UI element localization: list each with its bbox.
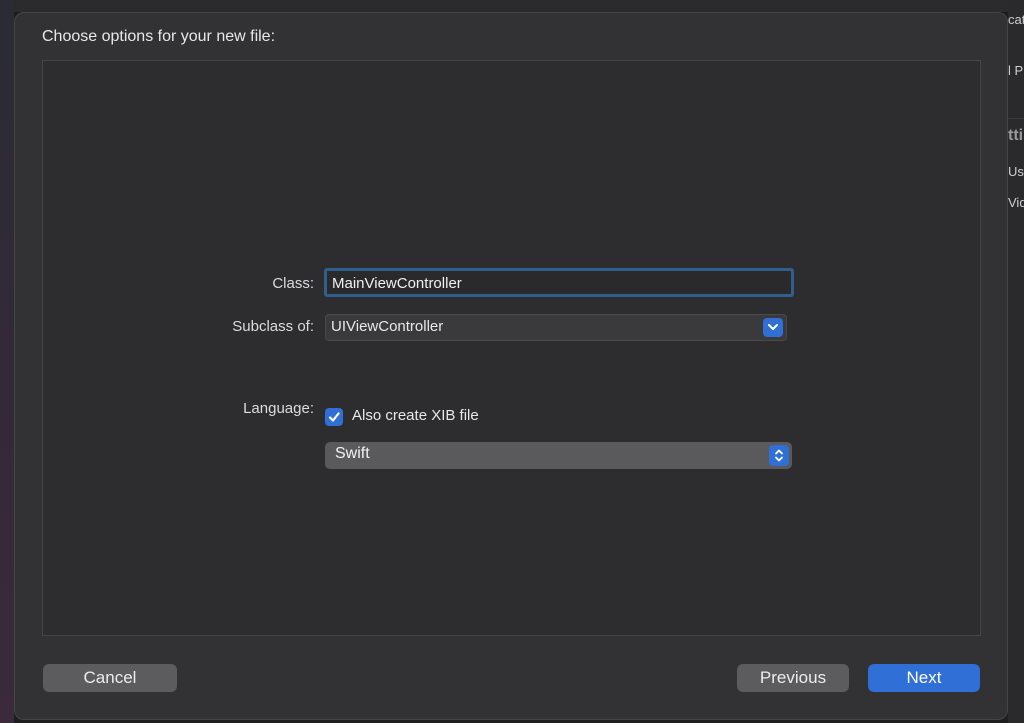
checkmark-icon xyxy=(328,412,340,422)
previous-button[interactable]: Previous xyxy=(737,664,849,692)
language-popup[interactable]: Swift xyxy=(325,442,792,469)
language-label: Language: xyxy=(243,400,314,417)
background-window-right: cat l P tti Us Vid xyxy=(1008,0,1024,723)
next-button[interactable]: Next xyxy=(868,664,980,692)
subclass-dropdown-button[interactable] xyxy=(763,318,783,337)
new-file-options-sheet: Choose options for your new file: Class:… xyxy=(14,12,1008,720)
language-popup-stepper[interactable] xyxy=(769,445,789,466)
language-value: Swift xyxy=(335,445,370,462)
options-panel: Class: MainViewController Subclass of: U… xyxy=(42,60,981,636)
class-name-input[interactable]: MainViewController xyxy=(324,268,794,297)
background-text-fragment: cat xyxy=(1008,12,1024,27)
subclass-combobox[interactable]: UIViewController xyxy=(325,314,787,341)
cancel-button[interactable]: Cancel xyxy=(43,664,177,692)
also-create-xib-checkbox[interactable] xyxy=(325,408,343,426)
background-text-fragment: Vid xyxy=(1008,195,1024,210)
up-down-chevron-icon xyxy=(775,449,783,462)
background-text-fragment: l P xyxy=(1008,63,1024,78)
chevron-down-icon xyxy=(768,324,778,330)
class-label: Class: xyxy=(272,275,314,292)
subclass-value: UIViewController xyxy=(331,318,444,335)
background-text-fragment: tti xyxy=(1008,127,1024,144)
also-create-xib-label[interactable]: Also create XIB file xyxy=(352,407,479,424)
background-window-left xyxy=(0,0,14,723)
background-text-fragment: Us xyxy=(1008,164,1024,179)
background-divider xyxy=(1008,118,1024,119)
dialog-title: Choose options for your new file: xyxy=(42,28,276,45)
subclass-label: Subclass of: xyxy=(232,318,314,335)
